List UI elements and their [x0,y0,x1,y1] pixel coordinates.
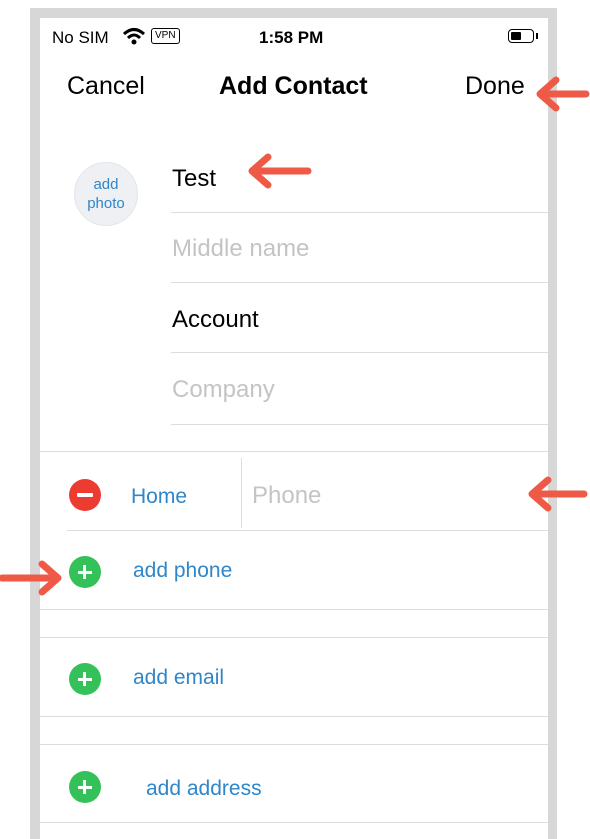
add-photo-line1: add [93,176,119,193]
phone-field[interactable]: Phone [252,482,321,510]
add-phone-button[interactable] [69,556,101,588]
first-name-field[interactable]: Test [172,165,216,193]
plus-icon [83,780,86,794]
company-field[interactable]: Company [172,376,275,404]
divider [171,424,548,425]
divider [40,716,548,717]
annotation-arrow-add-phone [0,560,62,596]
carrier-label: No SIM [52,28,109,47]
vpn-badge: VPN [151,28,180,44]
label-divider [241,458,242,528]
delete-phone-button[interactable] [69,479,101,511]
annotation-arrow-first-name [248,153,312,189]
add-phone-label[interactable]: add phone [133,559,232,583]
divider [171,282,548,283]
divider [171,212,548,213]
divider [171,352,548,353]
add-email-button[interactable] [69,663,101,695]
page-title: Add Contact [219,72,368,100]
add-contact-screen: No SIM VPN 1:58 PM Cancel Add Contact Do… [40,18,548,839]
add-photo-button[interactable]: add photo [74,162,138,226]
wifi-icon [122,27,146,50]
add-address-button[interactable] [69,771,101,803]
divider [67,530,548,531]
plus-icon [83,672,86,686]
done-button[interactable]: Done [465,72,525,101]
section-divider [40,637,548,638]
last-name-field[interactable]: Account [172,306,259,334]
annotation-arrow-done [536,76,590,112]
annotation-arrow-phone [528,476,588,512]
divider [40,822,548,823]
add-address-label[interactable]: add address [146,777,262,801]
divider [40,609,548,610]
add-email-label[interactable]: add email [133,666,224,690]
middle-name-field[interactable]: Middle name [172,235,309,263]
phone-label-selector[interactable]: Home [131,485,187,509]
battery-icon [508,29,538,43]
plus-icon [83,565,86,579]
cancel-button[interactable]: Cancel [67,72,145,101]
section-divider [40,744,548,745]
add-photo-line2: photo [87,195,125,212]
minus-icon [77,493,93,497]
section-divider [40,451,548,452]
status-time: 1:58 PM [259,28,324,47]
